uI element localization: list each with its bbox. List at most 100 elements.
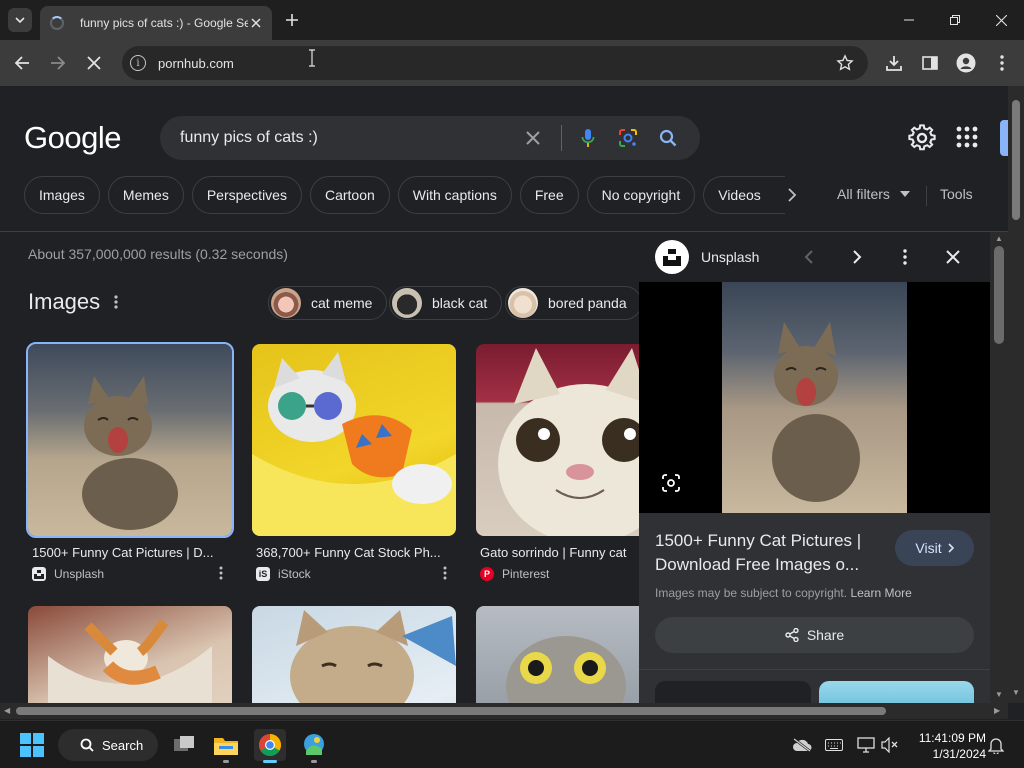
file-explorer-button[interactable] xyxy=(210,729,242,763)
image-result-2-source[interactable]: iS iStock xyxy=(256,567,311,581)
google-apps-icon[interactable] xyxy=(956,126,978,148)
image-result-2-title[interactable]: 368,700+ Funny Cat Stock Ph... xyxy=(256,545,446,560)
window-close-button[interactable] xyxy=(978,0,1024,40)
previous-image-button[interactable] xyxy=(797,245,821,269)
chip-images[interactable]: Images xyxy=(24,176,100,214)
photos-app-button[interactable] xyxy=(298,729,330,763)
new-tab-button[interactable] xyxy=(282,10,302,30)
more-vert-icon[interactable] xyxy=(443,566,447,580)
horizontal-scrollbar-thumb[interactable] xyxy=(16,707,886,715)
downloads-button[interactable] xyxy=(883,52,905,74)
system-clock[interactable]: 11:41:09 PM 1/31/2024 xyxy=(906,730,986,762)
image-result-4[interactable] xyxy=(28,606,232,703)
related-image-thumbnail[interactable] xyxy=(655,681,811,703)
scroll-left-arrow-icon[interactable]: ◀ xyxy=(4,706,10,715)
panel-more-button[interactable] xyxy=(893,245,917,269)
tools-button[interactable]: Tools xyxy=(940,186,973,202)
taskbar-search[interactable]: Search xyxy=(58,729,158,761)
scroll-up-arrow-icon[interactable]: ▲ xyxy=(995,234,1003,243)
bookmark-star-icon[interactable] xyxy=(836,54,854,72)
voice-search-button[interactable] xyxy=(576,126,600,150)
panel-scrollbar[interactable]: ▲ ▼ xyxy=(990,232,1008,703)
site-info-icon[interactable]: i xyxy=(130,55,146,71)
search-divider xyxy=(561,125,562,151)
notifications-bell-icon[interactable] xyxy=(986,735,1006,755)
image-result-3-source[interactable]: P Pinterest xyxy=(480,567,549,581)
scroll-down-arrow-icon[interactable]: ▼ xyxy=(995,690,1003,699)
task-view-button[interactable] xyxy=(168,729,200,761)
image-result-1-title[interactable]: 1500+ Funny Cat Pictures | D... xyxy=(32,545,222,560)
unsplash-logo-icon xyxy=(655,240,689,274)
panel-close-button[interactable] xyxy=(941,245,965,269)
chip-videos[interactable]: Videos xyxy=(703,176,785,214)
google-account-avatar[interactable] xyxy=(1000,120,1008,156)
chip-no-copyright[interactable]: No copyright xyxy=(586,176,696,214)
related-search-cat-meme[interactable]: cat meme xyxy=(268,286,388,320)
all-filters-button[interactable]: All filters xyxy=(837,186,910,202)
active-tab[interactable]: funny pics of cats :) - Google Se xyxy=(40,6,272,40)
related-search-bored-panda[interactable]: bored panda xyxy=(505,286,642,320)
back-button[interactable] xyxy=(10,51,34,75)
chip-with-captions[interactable]: With captions xyxy=(397,176,512,214)
display-icon[interactable] xyxy=(856,735,876,755)
visit-button[interactable]: Visit xyxy=(895,530,974,566)
chip-memes[interactable]: Memes xyxy=(107,176,184,214)
more-vert-icon[interactable] xyxy=(114,295,118,309)
browser-toolbar: i pornhub.com xyxy=(0,40,1024,86)
image-result-2[interactable] xyxy=(252,344,456,536)
image-result-1[interactable] xyxy=(26,342,234,538)
start-button[interactable] xyxy=(16,729,48,761)
chip-perspectives[interactable]: Perspectives xyxy=(191,176,302,214)
clock-time: 11:41:09 PM xyxy=(918,731,986,745)
settings-gear-icon[interactable] xyxy=(908,124,936,152)
panel-source-name[interactable]: Unsplash xyxy=(701,249,759,265)
chip-cartoon[interactable]: Cartoon xyxy=(309,176,390,214)
panel-preview-image[interactable] xyxy=(722,282,907,513)
active-indicator xyxy=(263,760,277,763)
next-image-button[interactable] xyxy=(845,245,869,269)
panel-image-title[interactable]: 1500+ Funny Cat Pictures | Download Free… xyxy=(655,529,885,577)
chrome-menu-button[interactable] xyxy=(991,52,1013,74)
chip-free[interactable]: Free xyxy=(519,176,579,214)
chips-scroll-right-button[interactable] xyxy=(782,185,802,205)
onedrive-offline-icon[interactable] xyxy=(792,735,812,755)
image-result-5[interactable] xyxy=(252,606,456,703)
scroll-right-arrow-icon[interactable]: ▶ xyxy=(994,706,1000,715)
google-logo[interactable]: Google xyxy=(24,120,121,156)
image-result-1-source[interactable]: Unsplash xyxy=(32,567,104,581)
keyboard-icon[interactable] xyxy=(824,735,844,755)
tab-search-button[interactable] xyxy=(8,8,32,32)
search-input[interactable]: funny pics of cats :) xyxy=(180,129,521,147)
chevron-right-icon xyxy=(788,188,797,202)
search-inside-image-button[interactable] xyxy=(659,471,683,495)
share-button[interactable]: Share xyxy=(655,617,974,653)
tab-close-button[interactable] xyxy=(248,15,264,31)
search-box[interactable]: funny pics of cats :) xyxy=(160,116,700,160)
close-icon xyxy=(526,131,540,145)
stop-button[interactable] xyxy=(82,51,106,75)
panel-scrollbar-thumb[interactable] xyxy=(994,246,1004,344)
related-search-black-cat[interactable]: black cat xyxy=(389,286,503,320)
page-scrollbar-thumb[interactable] xyxy=(1012,100,1020,220)
address-bar[interactable]: i pornhub.com xyxy=(122,46,868,80)
page-vertical-scrollbar[interactable]: ▼ xyxy=(1008,86,1024,703)
minimize-button[interactable] xyxy=(886,0,932,40)
forward-button[interactable] xyxy=(46,51,70,75)
scroll-down-arrow-icon[interactable]: ▼ xyxy=(1012,688,1020,697)
clear-search-button[interactable] xyxy=(521,126,545,150)
search-icon xyxy=(659,129,677,147)
restore-button[interactable] xyxy=(932,0,978,40)
more-vert-icon xyxy=(903,249,907,265)
profile-button[interactable] xyxy=(955,52,977,74)
learn-more-link[interactable]: Learn More xyxy=(850,586,911,600)
image-result-3-title[interactable]: Gato sorrindo | Funny cat xyxy=(480,545,636,560)
chrome-taskbar-button[interactable] xyxy=(254,729,286,763)
search-button[interactable] xyxy=(656,126,680,150)
more-vert-icon[interactable] xyxy=(219,566,223,580)
related-image-thumbnail[interactable] xyxy=(819,681,974,703)
address-text[interactable]: pornhub.com xyxy=(158,56,234,71)
lens-search-button[interactable] xyxy=(616,126,640,150)
side-panel-button[interactable] xyxy=(919,52,941,74)
page-horizontal-scrollbar[interactable]: ◀ ▶ xyxy=(0,703,1008,719)
volume-muted-icon[interactable] xyxy=(880,735,900,755)
